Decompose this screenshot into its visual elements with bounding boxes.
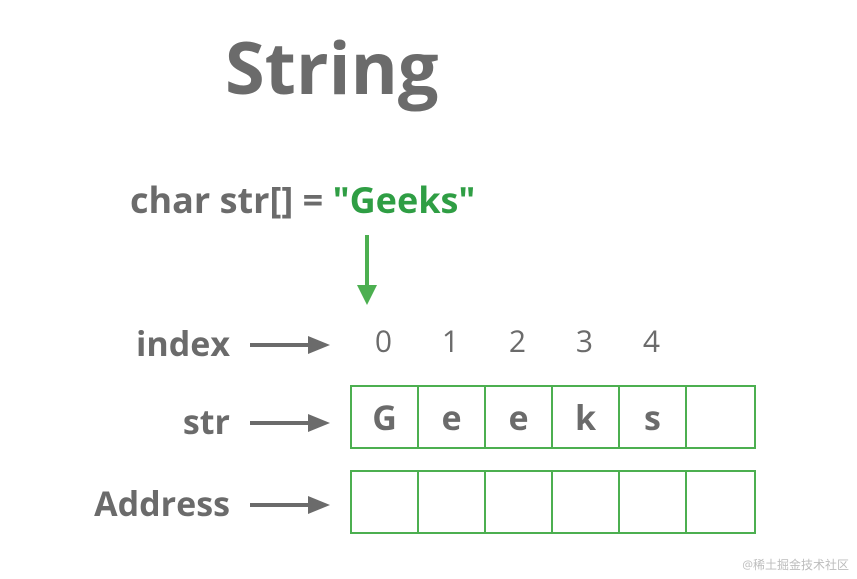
index-cell: 2 [484, 320, 551, 361]
address-cell [486, 472, 553, 532]
char-cell: k [553, 387, 620, 447]
string-array-row: G e e k s [350, 385, 756, 449]
label-index: index [120, 320, 230, 366]
label-str: str [170, 398, 230, 444]
arrow-right-icon [250, 408, 330, 438]
index-cell [685, 320, 752, 361]
address-cell [620, 472, 687, 532]
char-cell [687, 387, 754, 447]
label-address: Address [65, 480, 230, 526]
arrow-right-icon [250, 490, 330, 520]
declaration-literal: "Geeks" [333, 175, 476, 224]
char-cell: G [352, 387, 419, 447]
index-cell: 3 [551, 320, 618, 361]
arrow-down-icon [352, 235, 382, 305]
index-cell: 0 [350, 320, 417, 361]
char-cell: e [419, 387, 486, 447]
address-array-row [350, 470, 756, 534]
index-cell: 1 [417, 320, 484, 361]
declaration-prefix: char str[] = [130, 175, 333, 224]
address-cell [419, 472, 486, 532]
declaration-line: char str[] = "Geeks" [130, 175, 475, 224]
watermark-text: @稀土掘金技术社区 [742, 556, 849, 573]
address-cell [687, 472, 754, 532]
address-cell [352, 472, 419, 532]
arrow-right-icon [250, 330, 330, 360]
index-cell: 4 [618, 320, 685, 361]
diagram-title: String [225, 18, 439, 116]
char-cell: s [620, 387, 687, 447]
index-row: 0 1 2 3 4 [350, 320, 752, 361]
address-cell [553, 472, 620, 532]
char-cell: e [486, 387, 553, 447]
